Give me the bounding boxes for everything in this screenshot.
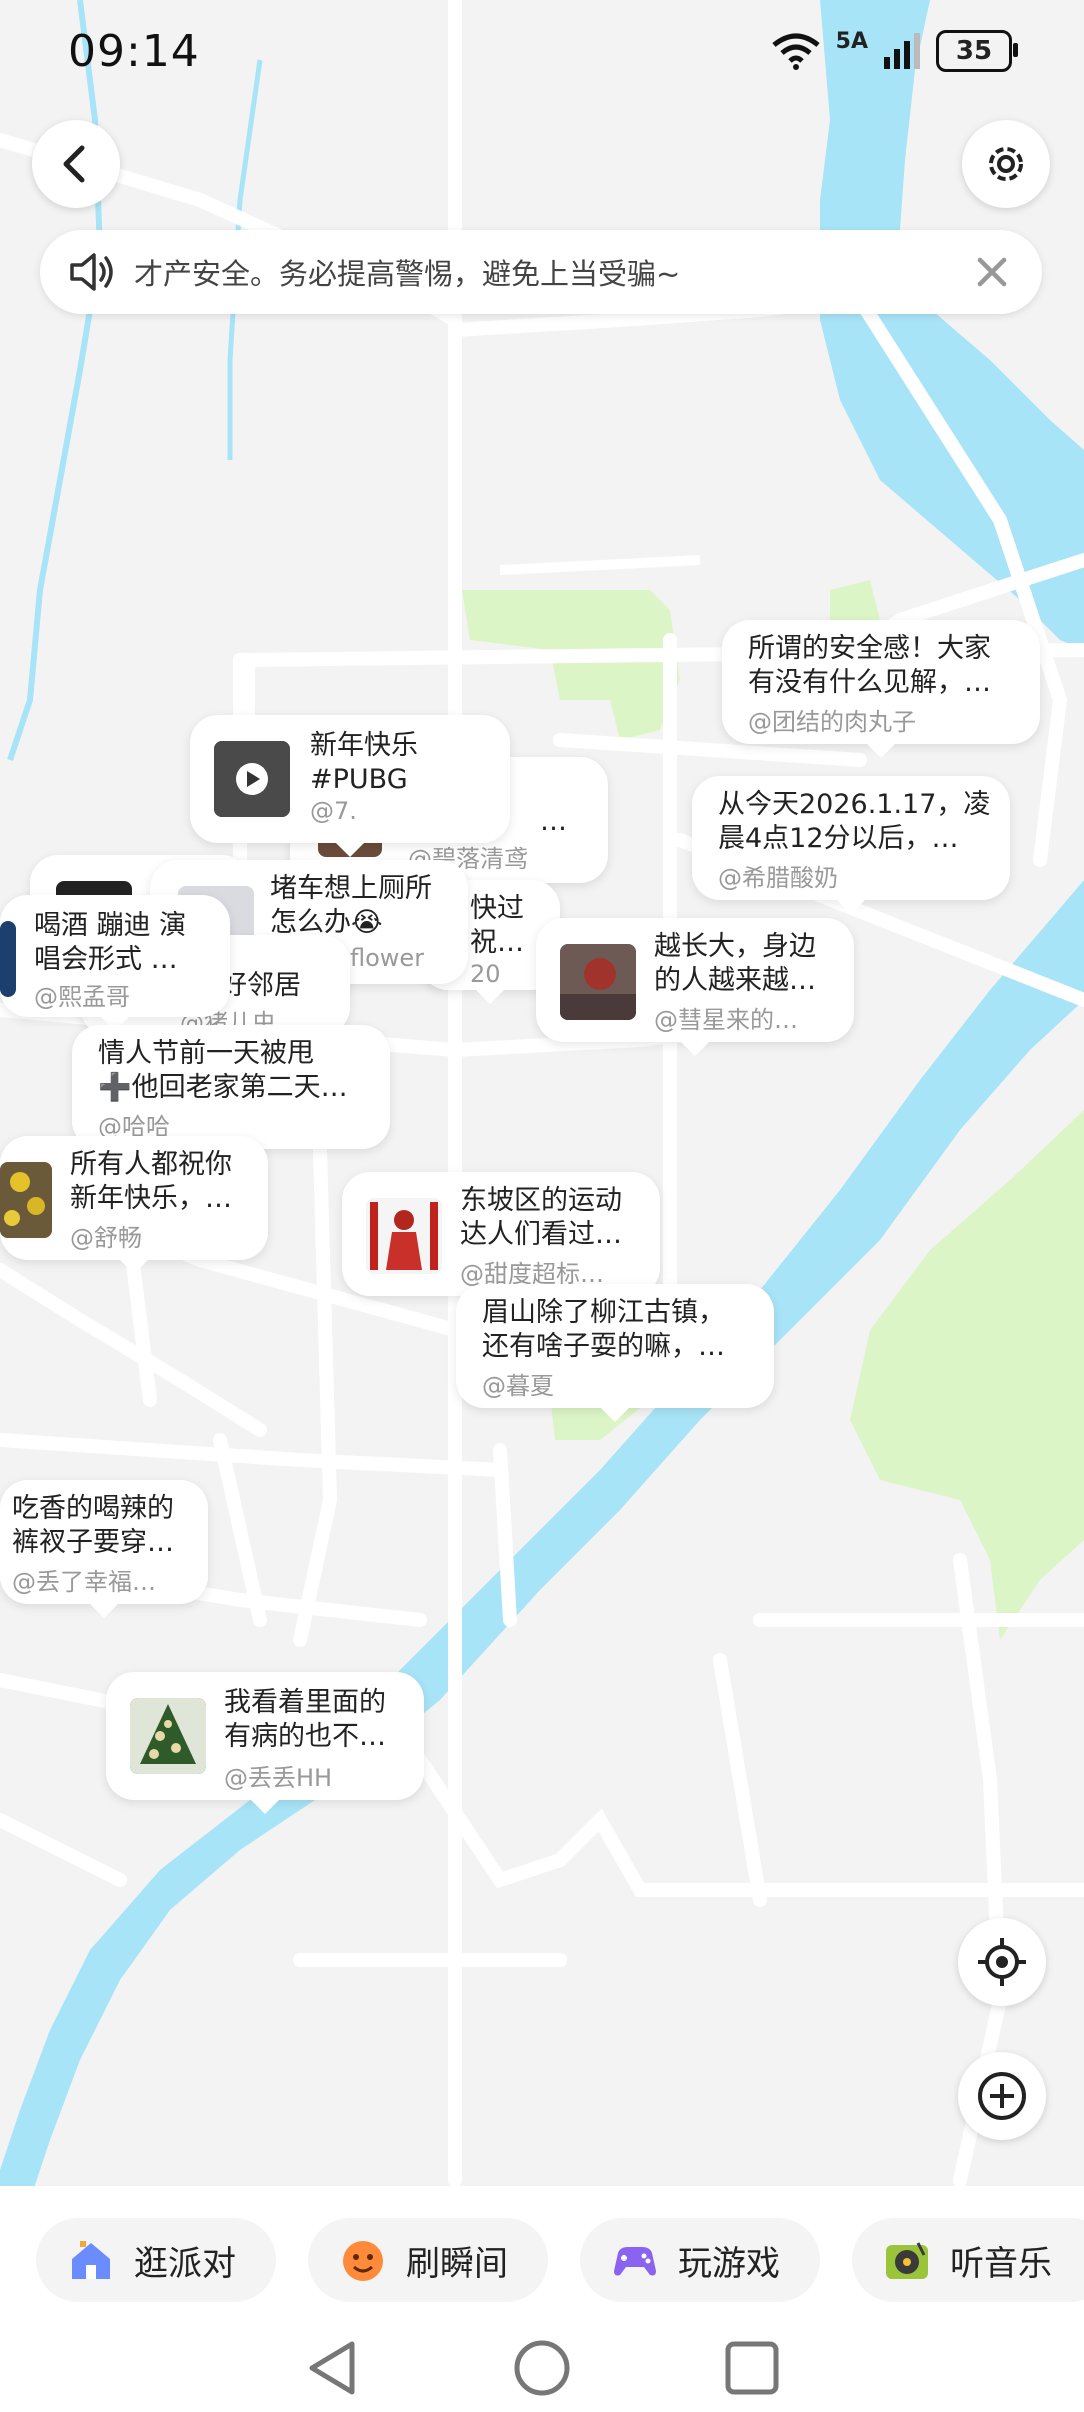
record-icon — [886, 2242, 928, 2279]
battery-indicator: 35 — [936, 30, 1018, 72]
back-arrow-icon — [63, 145, 85, 183]
status-icons: 5A 35 — [770, 28, 1018, 72]
house-icon — [72, 2241, 110, 2279]
post-title-line1: 堵车想上厕所 — [270, 873, 432, 904]
post-title: 好邻居 — [220, 970, 301, 1001]
post-title-line2: 有病的也不… — [224, 1721, 386, 1752]
post-bubble[interactable]: 眉山除了柳江古镇， 还有啥子耍的嘛，… @暮夏 — [456, 1284, 774, 1422]
post-author: @7. — [310, 797, 357, 825]
post-title-line1: 快过 — [470, 893, 524, 924]
post-title-line2: 有没有什么见解，… — [748, 667, 991, 698]
post-thumbnail — [366, 1198, 442, 1274]
gear-icon — [989, 147, 1023, 181]
home-circle-icon[interactable] — [512, 2338, 572, 2398]
tab-moments[interactable]: 刷瞬间 — [308, 2218, 548, 2302]
speaker-icon — [70, 253, 113, 291]
post-author: @彗星来的… — [654, 1006, 798, 1034]
post-title-line1: 吃香的喝辣的 — [12, 1493, 174, 1524]
post-title-line2: 裤衩子要穿… — [12, 1527, 174, 1558]
system-nav-bar — [0, 2320, 1084, 2412]
post-title-line1: 越长大，身边 — [654, 931, 816, 962]
post-title-line2: 祝… — [470, 927, 524, 958]
recents-square-icon[interactable] — [722, 2338, 782, 2398]
tab-music[interactable]: 听音乐 — [852, 2218, 1084, 2302]
post-title-line1: 所谓的安全感！大家 — [748, 633, 991, 664]
post-bubble[interactable]: 我看着里面的 有病的也不… @丢丢HH — [106, 1672, 424, 1814]
back-triangle-icon[interactable] — [302, 2338, 362, 2398]
post-title: … — [540, 806, 567, 837]
tab-label: 听音乐 — [950, 2243, 1052, 2284]
post-author: @丢了幸福… — [12, 1568, 156, 1596]
post-thumbnail — [130, 1698, 206, 1774]
post-title-line2: 晨4点12分以后，… — [718, 823, 959, 854]
network-type: 5A — [835, 28, 868, 54]
post-author: flower — [350, 944, 425, 972]
gamepad-icon — [614, 2247, 656, 2276]
status-bar: 09:14 5A 35 — [0, 0, 1084, 110]
post-title-line2: 还有啥子耍的嘛，… — [482, 1331, 725, 1362]
post-bubble[interactable]: 越长大，身边 的人越来越… @彗星来的… — [536, 918, 854, 1056]
post-bubble[interactable]: 从今天2026.1.17，凌 晨4点12分以后，… @希腊酸奶 — [692, 776, 1010, 914]
post-author: @熙孟哥 — [34, 983, 130, 1011]
plus-circle-icon — [978, 2072, 1026, 2120]
post-thumbnail — [560, 944, 636, 1020]
notice-text: 才产安全。务必提高警惕，避免上当受骗~ — [134, 257, 681, 291]
add-button[interactable] — [958, 2052, 1046, 2140]
post-title-line1: 情人节前一天被甩 — [98, 1038, 314, 1069]
tab-games[interactable]: 玩游戏 — [580, 2218, 820, 2302]
post-title-line2: 唱会形式 … — [34, 944, 178, 975]
post-thumbnail — [214, 741, 290, 817]
post-author: @丢丢HH — [224, 1764, 333, 1792]
locate-icon — [978, 1938, 1026, 1986]
post-author: 20 — [470, 960, 501, 988]
battery-level: 35 — [955, 36, 993, 66]
post-title-line2: 的人越来越… — [654, 965, 816, 996]
signal-icon — [884, 33, 920, 69]
post-bubble[interactable]: 吃香的喝辣的 裤衩子要穿… @丢了幸福… — [0, 1480, 208, 1618]
post-title-line1: 我看着里面的 — [224, 1687, 386, 1718]
post-title-line1: 新年快乐 — [310, 730, 418, 761]
status-time: 09:14 — [68, 26, 200, 77]
post-author: @团结的肉丸子 — [748, 708, 916, 736]
post-bubble[interactable]: 所有人都祝你 新年快乐，… @舒畅 — [0, 1136, 268, 1274]
post-title-line2: ➕他回老家第二天… — [98, 1072, 348, 1103]
wifi-icon — [772, 33, 820, 70]
post-bubble[interactable]: 所谓的安全感！大家 有没有什么见解，… @团结的肉丸子 — [722, 620, 1040, 758]
post-bubble[interactable]: 新年快乐 #PUBG @7. — [190, 715, 510, 857]
post-author: @舒畅 — [70, 1224, 142, 1252]
tab-label: 玩游戏 — [678, 2243, 780, 2284]
locate-button[interactable] — [958, 1918, 1046, 2006]
post-bubble[interactable]: 东坡区的运动 达人们看过… @甜度超标… — [342, 1172, 660, 1310]
post-bubble[interactable]: 喝酒 蹦迪 演 唱会形式 … @熙孟哥 — [0, 895, 230, 1031]
tab-label: 逛派对 — [134, 2243, 236, 2284]
post-author: @暮夏 — [482, 1372, 554, 1400]
post-title-line1: 喝酒 蹦迪 演 — [34, 910, 187, 941]
play-icon — [214, 741, 290, 817]
post-thumbnail — [0, 1162, 52, 1238]
post-title-line1: 东坡区的运动 — [460, 1185, 622, 1216]
post-bubble[interactable]: 情人节前一天被甩 ➕他回老家第二天… @哈哈 — [72, 1025, 390, 1163]
post-title-line1: 从今天2026.1.17，凌 — [718, 789, 991, 820]
tab-party[interactable]: 逛派对 — [36, 2218, 276, 2302]
post-title-line2: 新年快乐，… — [70, 1183, 232, 1214]
notice-bar: 才产安全。务必提高警惕，避免上当受骗~ — [40, 230, 1042, 314]
post-title-line1: 眉山除了柳江古镇， — [482, 1297, 725, 1328]
post-author: @希腊酸奶 — [718, 864, 838, 892]
back-button[interactable] — [32, 120, 120, 208]
tab-label: 刷瞬间 — [406, 2243, 508, 2284]
post-title-line1: 所有人都祝你 — [70, 1149, 232, 1180]
post-title-line2: #PUBG — [310, 764, 408, 795]
face-icon — [343, 2241, 383, 2281]
post-title-line2: 达人们看过… — [460, 1219, 622, 1250]
post-thumbnail — [0, 921, 16, 997]
close-icon[interactable] — [968, 248, 1016, 296]
settings-button[interactable] — [962, 120, 1050, 208]
